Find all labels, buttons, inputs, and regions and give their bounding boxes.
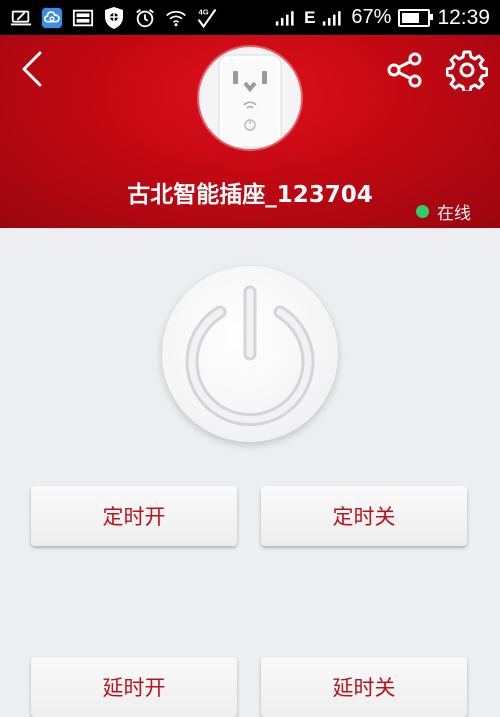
share-button[interactable]: [386, 51, 424, 89]
device-image: [199, 47, 301, 149]
status-label: 在线: [437, 204, 471, 224]
timed-on-button[interactable]: 定时开: [31, 486, 237, 546]
delay-on-button[interactable]: 延时开: [31, 657, 237, 717]
alarm-icon: [134, 7, 156, 29]
clock: 12:39: [437, 5, 490, 29]
online-status: 在线: [416, 199, 471, 224]
network-type-label: 4G: [199, 7, 209, 16]
network-label: E: [304, 7, 316, 27]
gear-icon: [445, 50, 489, 94]
status-bar: 4G E 67% 12:39: [0, 0, 500, 35]
power-icon: [185, 285, 315, 427]
system-indicators: E 67% 12:39: [275, 6, 500, 30]
delay-off-button[interactable]: 延时关: [261, 657, 467, 717]
shield-icon: [103, 6, 125, 29]
image-icon: [72, 7, 94, 29]
check-icon: 4G: [196, 7, 218, 29]
settings-button[interactable]: [445, 49, 489, 94]
timed-off-button[interactable]: 定时关: [261, 486, 467, 546]
signal-icon: [275, 7, 297, 29]
smart-plug-icon: [218, 54, 282, 148]
chevron-left-icon: [22, 51, 42, 87]
device-header: 古北智能插座_123704 在线: [0, 35, 500, 228]
wifi-icon: [165, 7, 187, 29]
share-icon: [387, 52, 422, 88]
battery-fill: [402, 12, 419, 23]
laptop-icon: [10, 7, 32, 29]
power-toggle-button[interactable]: [162, 266, 338, 442]
signal-icon: [322, 7, 344, 29]
notification-icons: 4G: [0, 6, 218, 29]
status-dot: [416, 205, 429, 218]
battery-percent: 67%: [351, 6, 392, 28]
cloud-app-icon: [41, 7, 63, 29]
battery-icon: [398, 8, 434, 27]
back-button[interactable]: [14, 49, 50, 89]
